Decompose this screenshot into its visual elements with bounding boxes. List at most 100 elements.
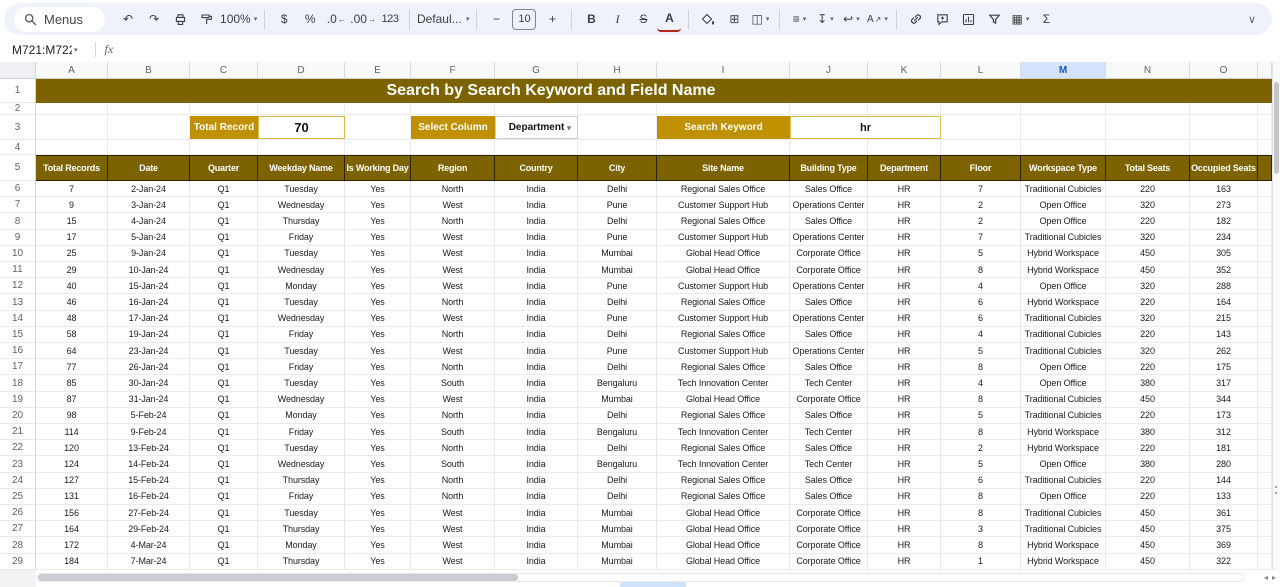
data-cell[interactable]: HR — [868, 213, 941, 229]
data-cell[interactable]: 172 — [36, 537, 108, 553]
row-number[interactable]: 4 — [0, 140, 36, 155]
data-cell[interactable]: India — [495, 181, 578, 197]
empty-cell[interactable] — [1021, 140, 1106, 155]
empty-cell[interactable] — [258, 140, 345, 155]
total-record-value[interactable]: 70 — [258, 116, 345, 139]
data-cell[interactable]: 369 — [1190, 537, 1258, 553]
data-cell[interactable]: Q1 — [190, 424, 258, 440]
data-cell[interactable]: 220 — [1106, 408, 1190, 424]
data-cell[interactable]: Yes — [345, 473, 411, 489]
data-cell[interactable]: Corporate Office — [790, 505, 868, 521]
table-header-cell[interactable]: Quarter — [190, 155, 258, 181]
data-cell[interactable]: Q1 — [190, 359, 258, 375]
data-cell[interactable]: 8 — [941, 424, 1021, 440]
filter-button[interactable] — [982, 7, 1006, 31]
data-cell[interactable]: Customer Support Hub — [657, 278, 790, 294]
data-cell[interactable]: West — [411, 311, 495, 327]
data-cell[interactable]: 8 — [941, 489, 1021, 505]
data-cell[interactable]: HR — [868, 181, 941, 197]
data-cell[interactable]: Q1 — [190, 246, 258, 262]
row-number[interactable]: 11 — [0, 262, 36, 278]
menus-search[interactable]: Menus — [14, 7, 105, 32]
data-cell[interactable]: Hybrid Workspace — [1021, 440, 1106, 456]
data-cell[interactable]: 4 — [941, 375, 1021, 391]
data-cell[interactable]: Customer Support Hub — [657, 230, 790, 246]
data-cell[interactable]: 8 — [941, 359, 1021, 375]
data-cell[interactable]: Open Office — [1021, 213, 1106, 229]
data-cell[interactable]: North — [411, 294, 495, 310]
empty-cell[interactable] — [578, 103, 657, 115]
data-cell[interactable]: Hybrid Workspace — [1021, 246, 1106, 262]
data-cell[interactable]: 2 — [941, 440, 1021, 456]
data-cell[interactable]: Hybrid Workspace — [1021, 554, 1106, 570]
empty-cell[interactable] — [868, 103, 941, 115]
data-cell[interactable]: Sales Office — [790, 294, 868, 310]
row-number[interactable]: 1 — [0, 79, 36, 103]
data-cell[interactable]: Open Office — [1021, 489, 1106, 505]
empty-cell[interactable] — [941, 115, 1021, 140]
font-size-input[interactable]: 10 — [512, 9, 536, 30]
row-number[interactable]: 21 — [0, 424, 36, 440]
data-cell[interactable]: Q1 — [190, 392, 258, 408]
data-cell[interactable]: Yes — [345, 537, 411, 553]
data-cell[interactable]: Yes — [345, 213, 411, 229]
data-cell[interactable]: Thursday — [258, 473, 345, 489]
data-cell[interactable]: Hybrid Workspace — [1021, 537, 1106, 553]
data-cell[interactable]: 220 — [1106, 440, 1190, 456]
row-number[interactable]: 7 — [0, 197, 36, 213]
data-cell[interactable]: Q1 — [190, 440, 258, 456]
empty-cell[interactable] — [941, 140, 1021, 155]
chevron-down-icon[interactable]: ▾ — [74, 46, 78, 54]
data-cell[interactable]: Tuesday — [258, 181, 345, 197]
data-cell[interactable]: 8 — [941, 392, 1021, 408]
data-cell[interactable]: 184 — [36, 554, 108, 570]
data-cell[interactable]: 220 — [1106, 213, 1190, 229]
data-cell[interactable]: 9 — [36, 197, 108, 213]
data-cell[interactable]: West — [411, 505, 495, 521]
table-header-cell[interactable]: Country — [495, 155, 578, 181]
data-cell[interactable]: 164 — [36, 521, 108, 537]
data-cell[interactable]: India — [495, 246, 578, 262]
data-cell[interactable]: 46 — [36, 294, 108, 310]
data-cell[interactable]: West — [411, 537, 495, 553]
data-cell[interactable]: 173 — [1190, 408, 1258, 424]
data-cell[interactable]: Yes — [345, 181, 411, 197]
data-cell[interactable]: Yes — [345, 230, 411, 246]
row-number[interactable]: 17 — [0, 359, 36, 375]
row-number[interactable]: 5 — [0, 155, 36, 181]
data-cell[interactable]: Global Head Office — [657, 537, 790, 553]
data-cell[interactable]: 344 — [1190, 392, 1258, 408]
data-cell[interactable]: India — [495, 424, 578, 440]
data-cell[interactable]: Q1 — [190, 521, 258, 537]
data-cell[interactable]: India — [495, 456, 578, 472]
empty-cell[interactable] — [1190, 140, 1258, 155]
data-cell[interactable]: Mumbai — [578, 505, 657, 521]
data-cell[interactable]: HR — [868, 327, 941, 343]
empty-cell[interactable] — [108, 140, 190, 155]
data-cell[interactable]: Mumbai — [578, 537, 657, 553]
data-cell[interactable]: Mumbai — [578, 246, 657, 262]
data-cell[interactable]: 361 — [1190, 505, 1258, 521]
data-cell[interactable]: Traditional Cubicles — [1021, 521, 1106, 537]
data-cell[interactable]: Yes — [345, 246, 411, 262]
empty-cell[interactable] — [790, 140, 868, 155]
select-all-corner[interactable] — [0, 62, 36, 79]
data-cell[interactable]: 9-Feb-24 — [108, 424, 190, 440]
data-cell[interactable]: Q1 — [190, 294, 258, 310]
data-cell[interactable]: 31-Jan-24 — [108, 392, 190, 408]
insert-link-button[interactable] — [904, 7, 928, 31]
data-cell[interactable]: HR — [868, 294, 941, 310]
data-cell[interactable]: Q1 — [190, 278, 258, 294]
data-cell[interactable]: Sales Office — [790, 359, 868, 375]
row-number[interactable]: 3 — [0, 115, 36, 140]
data-cell[interactable]: Regional Sales Office — [657, 181, 790, 197]
data-cell[interactable]: 273 — [1190, 197, 1258, 213]
data-cell[interactable]: West — [411, 246, 495, 262]
data-cell[interactable]: West — [411, 278, 495, 294]
data-cell[interactable]: 450 — [1106, 262, 1190, 278]
data-cell[interactable]: Q1 — [190, 343, 258, 359]
data-cell[interactable]: Global Head Office — [657, 246, 790, 262]
empty-cell[interactable] — [345, 103, 411, 115]
data-cell[interactable]: HR — [868, 197, 941, 213]
row-number[interactable]: 27 — [0, 521, 36, 537]
